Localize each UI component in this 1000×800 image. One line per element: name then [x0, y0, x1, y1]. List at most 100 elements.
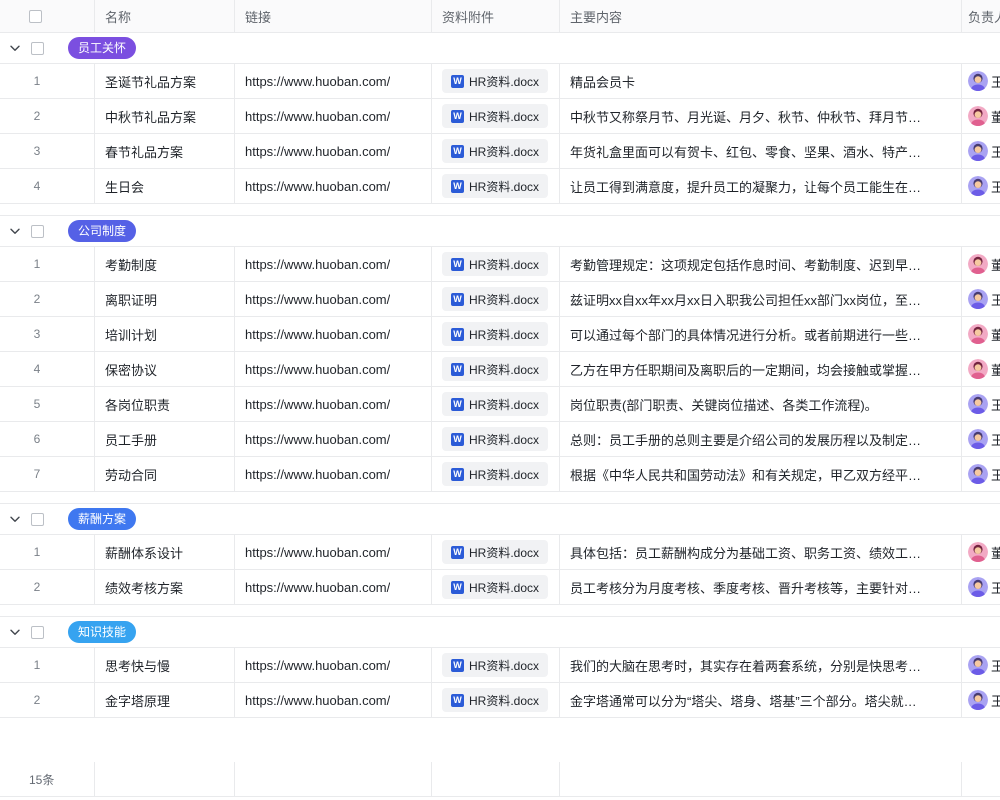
attachment-cell[interactable]: WHR资料.docx — [432, 648, 560, 682]
attachment-cell[interactable]: WHR资料.docx — [432, 247, 560, 281]
owner-cell[interactable]: 董 — [962, 247, 1000, 281]
name-cell[interactable]: 员工手册 — [95, 422, 235, 456]
group-badge[interactable]: 员工关怀 — [68, 37, 136, 59]
name-cell[interactable]: 金字塔原理 — [95, 683, 235, 717]
attachment-chip[interactable]: WHR资料.docx — [442, 688, 548, 712]
record-link[interactable]: https://www.huoban.com/ — [245, 580, 390, 595]
link-cell[interactable]: https://www.huoban.com/ — [235, 535, 432, 569]
attachment-cell[interactable]: WHR资料.docx — [432, 99, 560, 133]
record-link[interactable]: https://www.huoban.com/ — [245, 693, 390, 708]
group-checkbox[interactable] — [31, 42, 44, 55]
owner-cell[interactable]: 董 — [962, 535, 1000, 569]
record-link[interactable]: https://www.huoban.com/ — [245, 545, 390, 560]
attachment-cell[interactable]: WHR资料.docx — [432, 169, 560, 203]
link-cell[interactable]: https://www.huoban.com/ — [235, 247, 432, 281]
owner-cell[interactable]: 王 — [962, 683, 1000, 717]
record-link[interactable]: https://www.huoban.com/ — [245, 179, 390, 194]
owner-cell[interactable]: 董 — [962, 352, 1000, 386]
name-cell[interactable]: 各岗位职责 — [95, 387, 235, 421]
attachment-cell[interactable]: WHR资料.docx — [432, 570, 560, 604]
name-cell[interactable]: 劳动合同 — [95, 457, 235, 491]
select-all-checkbox[interactable] — [29, 10, 42, 23]
attachment-chip[interactable]: WHR资料.docx — [442, 575, 548, 599]
chevron-down-icon[interactable] — [10, 45, 20, 52]
content-cell[interactable]: 金字塔通常可以分为“塔尖、塔身、塔基”三个部分。塔尖就… — [560, 683, 962, 717]
record-link[interactable]: https://www.huoban.com/ — [245, 397, 390, 412]
owner-cell[interactable]: 王 — [962, 387, 1000, 421]
owner-cell[interactable]: 董 — [962, 99, 1000, 133]
column-header-name[interactable]: 名称 — [95, 0, 235, 32]
record-link[interactable]: https://www.huoban.com/ — [245, 432, 390, 447]
name-cell[interactable]: 圣诞节礼品方案 — [95, 64, 235, 98]
name-cell[interactable]: 培训计划 — [95, 317, 235, 351]
name-cell[interactable]: 生日会 — [95, 169, 235, 203]
attachment-chip[interactable]: WHR资料.docx — [442, 174, 548, 198]
attachment-chip[interactable]: WHR资料.docx — [442, 653, 548, 677]
attachment-cell[interactable]: WHR资料.docx — [432, 317, 560, 351]
content-cell[interactable]: 中秋节又称祭月节、月光诞、月夕、秋节、仲秋节、拜月节… — [560, 99, 962, 133]
record-link[interactable]: https://www.huoban.com/ — [245, 467, 390, 482]
record-link[interactable]: https://www.huoban.com/ — [245, 327, 390, 342]
content-cell[interactable]: 让员工得到满意度，提升员工的凝聚力，让每个员工能生在… — [560, 169, 962, 203]
chevron-down-icon[interactable] — [10, 516, 20, 523]
link-cell[interactable]: https://www.huoban.com/ — [235, 457, 432, 491]
link-cell[interactable]: https://www.huoban.com/ — [235, 169, 432, 203]
group-checkbox[interactable] — [31, 626, 44, 639]
attachment-cell[interactable]: WHR资料.docx — [432, 535, 560, 569]
attachment-cell[interactable]: WHR资料.docx — [432, 352, 560, 386]
column-header-owner[interactable]: 负责人 — [962, 0, 1000, 32]
link-cell[interactable]: https://www.huoban.com/ — [235, 134, 432, 168]
name-cell[interactable]: 考勤制度 — [95, 247, 235, 281]
group-checkbox[interactable] — [31, 513, 44, 526]
owner-cell[interactable]: 董 — [962, 317, 1000, 351]
attachment-chip[interactable]: WHR资料.docx — [442, 69, 548, 93]
content-cell[interactable]: 总则：员工手册的总则主要是介绍公司的发展历程以及制定… — [560, 422, 962, 456]
name-cell[interactable]: 绩效考核方案 — [95, 570, 235, 604]
attachment-chip[interactable]: WHR资料.docx — [442, 357, 548, 381]
group-badge[interactable]: 薪酬方案 — [68, 508, 136, 530]
content-cell[interactable]: 我们的大脑在思考时，其实存在着两套系统，分别是快思考… — [560, 648, 962, 682]
column-header-attachment[interactable]: 资料附件 — [432, 0, 560, 32]
owner-cell[interactable]: 王 — [962, 422, 1000, 456]
record-link[interactable]: https://www.huoban.com/ — [245, 658, 390, 673]
name-cell[interactable]: 保密协议 — [95, 352, 235, 386]
attachment-chip[interactable]: WHR资料.docx — [442, 104, 548, 128]
attachment-chip[interactable]: WHR资料.docx — [442, 427, 548, 451]
name-cell[interactable]: 薪酬体系设计 — [95, 535, 235, 569]
attachment-cell[interactable]: WHR资料.docx — [432, 422, 560, 456]
content-cell[interactable]: 员工考核分为月度考核、季度考核、晋升考核等，主要针对… — [560, 570, 962, 604]
link-cell[interactable]: https://www.huoban.com/ — [235, 570, 432, 604]
attachment-chip[interactable]: WHR资料.docx — [442, 139, 548, 163]
link-cell[interactable]: https://www.huoban.com/ — [235, 648, 432, 682]
link-cell[interactable]: https://www.huoban.com/ — [235, 282, 432, 316]
attachment-chip[interactable]: WHR资料.docx — [442, 392, 548, 416]
record-link[interactable]: https://www.huoban.com/ — [245, 144, 390, 159]
attachment-cell[interactable]: WHR资料.docx — [432, 457, 560, 491]
record-link[interactable]: https://www.huoban.com/ — [245, 109, 390, 124]
owner-cell[interactable]: 王 — [962, 457, 1000, 491]
chevron-down-icon[interactable] — [10, 629, 20, 636]
owner-cell[interactable]: 王 — [962, 570, 1000, 604]
content-cell[interactable]: 具体包括：员工薪酬构成分为基础工资、职务工资、绩效工… — [560, 535, 962, 569]
group-badge[interactable]: 公司制度 — [68, 220, 136, 242]
column-header-content[interactable]: 主要内容 — [560, 0, 962, 32]
attachment-chip[interactable]: WHR资料.docx — [442, 322, 548, 346]
attachment-chip[interactable]: WHR资料.docx — [442, 462, 548, 486]
record-link[interactable]: https://www.huoban.com/ — [245, 292, 390, 307]
group-badge[interactable]: 知识技能 — [68, 621, 136, 643]
owner-cell[interactable]: 王 — [962, 169, 1000, 203]
name-cell[interactable]: 中秋节礼品方案 — [95, 99, 235, 133]
record-link[interactable]: https://www.huoban.com/ — [245, 74, 390, 89]
owner-cell[interactable]: 王 — [962, 64, 1000, 98]
attachment-cell[interactable]: WHR资料.docx — [432, 282, 560, 316]
link-cell[interactable]: https://www.huoban.com/ — [235, 387, 432, 421]
attachment-cell[interactable]: WHR资料.docx — [432, 134, 560, 168]
column-header-link[interactable]: 链接 — [235, 0, 432, 32]
owner-cell[interactable]: 王 — [962, 648, 1000, 682]
owner-cell[interactable]: 王 — [962, 134, 1000, 168]
content-cell[interactable]: 考勤管理规定：这项规定包括作息时间、考勤制度、迟到早… — [560, 247, 962, 281]
link-cell[interactable]: https://www.huoban.com/ — [235, 64, 432, 98]
content-cell[interactable]: 乙方在甲方任职期间及离职后的一定期间，均会接触或掌握… — [560, 352, 962, 386]
content-cell[interactable]: 兹证明xx自xx年xx月xx日入职我公司担任xx部门xx岗位，至… — [560, 282, 962, 316]
link-cell[interactable]: https://www.huoban.com/ — [235, 99, 432, 133]
